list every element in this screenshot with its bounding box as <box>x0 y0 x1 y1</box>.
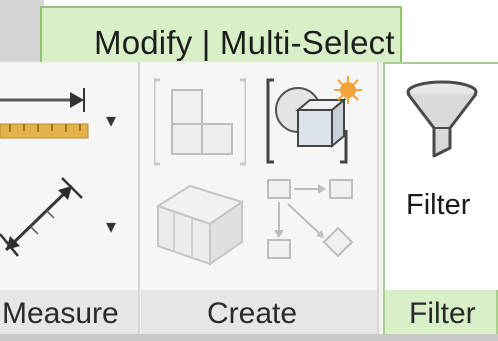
chevron-down-icon[interactable]: ▾ <box>106 214 116 239</box>
filter-button-label: Filter <box>406 189 471 221</box>
chevron-down-icon[interactable]: ▾ <box>106 108 116 133</box>
tab-modify-multi-select[interactable]: Modify | Multi-Select <box>40 6 402 64</box>
ribbon-tab-strip: Modify | Multi-Select <box>0 0 498 64</box>
create-similar-icon[interactable] <box>264 74 364 170</box>
create-panel-footer: Create <box>141 290 377 334</box>
create-assembly-icon[interactable] <box>262 176 358 268</box>
filter-panel-title: Filter <box>409 297 476 330</box>
measure-panel-footer: Measure <box>0 290 138 334</box>
panel-divider <box>138 62 140 341</box>
filter-panel-footer: Filter <box>383 290 498 334</box>
ribbon-bottom-edge <box>0 334 498 341</box>
measure-along-element-icon[interactable] <box>0 170 95 265</box>
measure-panel-title: Measure <box>2 297 119 330</box>
panel-divider <box>377 62 379 341</box>
measure-between-references-icon[interactable] <box>0 82 95 152</box>
create-panel-title: Create <box>207 297 298 330</box>
tab-modify-multi-select-label: Modify | Multi-Select <box>94 24 395 61</box>
create-parts-icon[interactable] <box>150 172 250 272</box>
funnel-icon <box>406 80 478 158</box>
previous-tab-edge <box>0 0 44 62</box>
create-group-icon[interactable] <box>154 76 246 168</box>
